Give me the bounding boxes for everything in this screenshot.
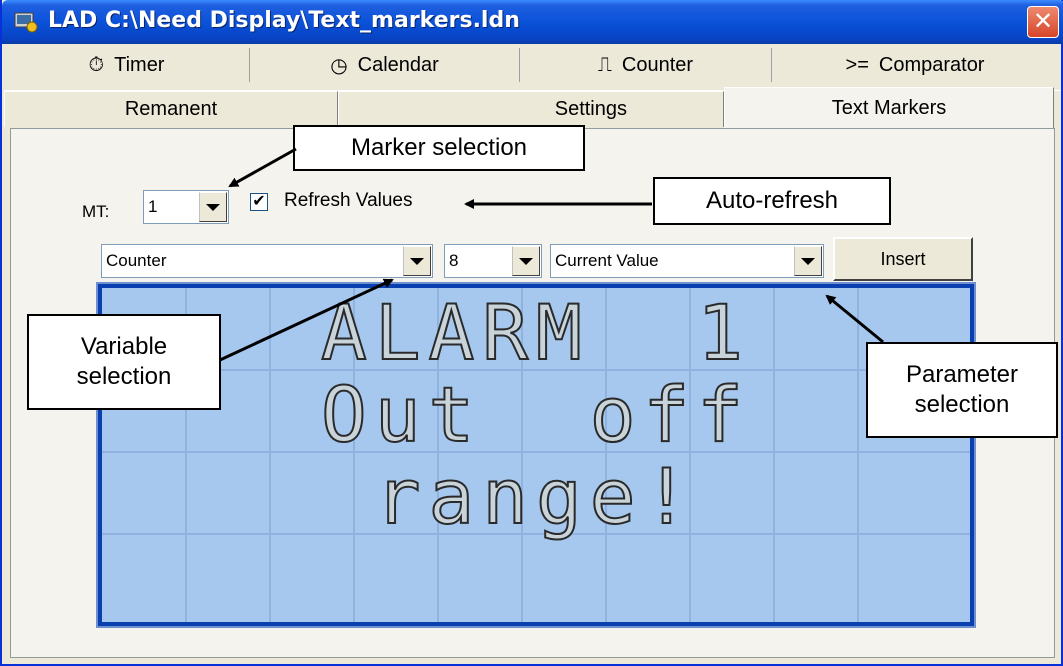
arrow-parameter — [825, 294, 884, 344]
arrow-marker — [228, 147, 297, 188]
arrow-variable — [219, 278, 394, 362]
callout-arrows — [219, 147, 884, 362]
